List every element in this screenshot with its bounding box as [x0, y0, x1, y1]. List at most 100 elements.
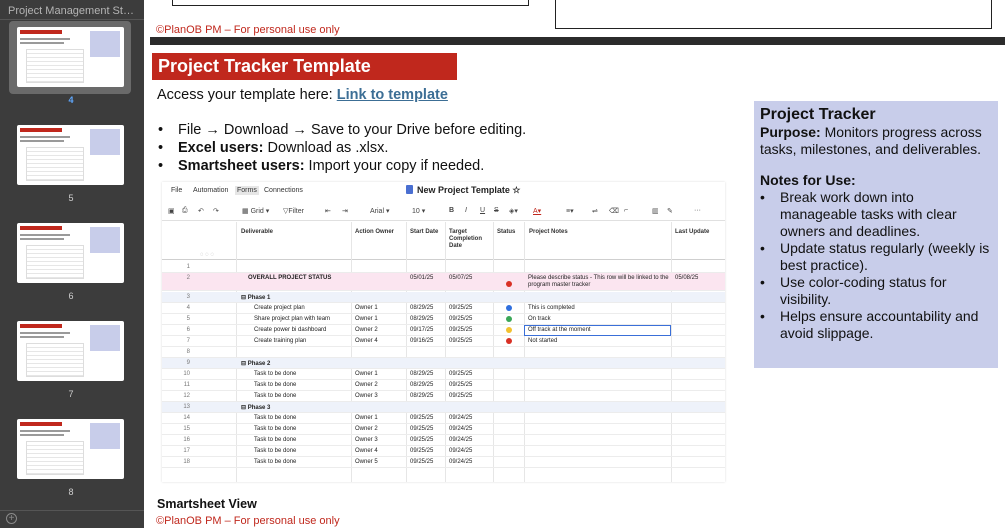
- wrap-icon[interactable]: ⇌: [592, 207, 598, 215]
- highlight-icon[interactable]: ✎: [667, 207, 673, 215]
- thumbnail-text-line: [20, 140, 64, 142]
- add-slide-icon[interactable]: +: [6, 513, 17, 524]
- table-row[interactable]: 4 Create project plan Owner 1 08/29/25 09/25…: [162, 303, 725, 314]
- table-icon[interactable]: ▥: [652, 207, 659, 215]
- cell-start-date: 09/25/25: [410, 448, 434, 454]
- template-link[interactable]: Link to template: [337, 87, 448, 103]
- slide-number: 5: [68, 193, 74, 203]
- thumbnail-text-line: [20, 434, 64, 436]
- thumbnail-title-bar: [20, 30, 62, 34]
- cell-deliverable: Task to be done: [254, 393, 297, 399]
- star-icon[interactable]: ☆: [512, 185, 520, 195]
- print-icon[interactable]: ⎙: [182, 207, 188, 215]
- phase-label: ⊟ Phase 3: [241, 405, 271, 411]
- menu-automation[interactable]: Automation: [193, 187, 228, 194]
- col-action-owner[interactable]: Action Owner: [355, 229, 394, 236]
- table-row[interactable]: 12 Task to be done Owner 3 08/29/25 09/25/25: [162, 391, 725, 402]
- table-row[interactable]: 9 ⊟ Phase 2: [162, 358, 725, 369]
- italic-icon[interactable]: I: [465, 207, 467, 214]
- cell-start-date: 08/29/25: [410, 393, 434, 399]
- row-number: 9: [186, 360, 190, 366]
- row-number: 16: [183, 437, 190, 443]
- indent-icon[interactable]: ⇥: [342, 207, 348, 215]
- outdent-icon[interactable]: ⇤: [325, 207, 331, 215]
- status-blue-dot[interactable]: [506, 305, 512, 311]
- menu-connections[interactable]: Connections: [264, 187, 303, 194]
- row-number: 4: [186, 305, 190, 311]
- strikethrough-icon[interactable]: S: [494, 207, 499, 214]
- col-target-completion-date[interactable]: Target Completion Date: [449, 229, 489, 250]
- cell-deliverable: Create training plan: [254, 338, 307, 344]
- menu-file[interactable]: File: [171, 187, 182, 194]
- row-number: 8: [186, 349, 190, 355]
- slide-thumbnail[interactable]: [17, 125, 124, 185]
- col-project-notes[interactable]: Project Notes: [529, 229, 568, 236]
- bold-icon[interactable]: B: [449, 207, 454, 214]
- previous-slide-box: [555, 0, 992, 29]
- status-yellow-dot[interactable]: [506, 327, 512, 333]
- filter-button[interactable]: ▽Filter: [283, 207, 304, 215]
- slide-thumbnail[interactable]: [17, 419, 124, 479]
- purpose-label: Purpose:: [760, 124, 821, 140]
- sheet-title-text: New Project Template: [417, 185, 510, 195]
- slide-thumbnail[interactable]: [17, 27, 124, 87]
- fill-color-icon[interactable]: ◈▾: [509, 207, 518, 215]
- table-row[interactable]: 11 Task to be done Owner 2 08/29/25 09/25/25: [162, 380, 725, 391]
- col-start-date[interactable]: Start Date: [410, 229, 438, 236]
- table-row[interactable]: 10 Task to be done Owner 1 08/29/25 09/25/25: [162, 369, 725, 380]
- table-row[interactable]: 18 Task to be done Owner 5 09/25/25 09/24/25: [162, 457, 725, 468]
- status-red-dot[interactable]: [506, 281, 512, 287]
- selected-cell-outline: [524, 325, 671, 336]
- cell-start-date: 08/29/25: [410, 382, 434, 388]
- table-row[interactable]: 13 ⊟ Phase 3: [162, 402, 725, 413]
- info-heading: Project Tracker: [760, 106, 876, 123]
- col-last-update[interactable]: Last Update: [675, 229, 709, 236]
- col-deliverable[interactable]: Deliverable: [241, 229, 273, 236]
- cell-start-date: 08/29/25: [410, 371, 434, 377]
- font-select[interactable]: Arial ▾: [370, 207, 389, 215]
- table-row[interactable]: 7 Create training plan Owner 4 09/16/25 09/2…: [162, 336, 725, 347]
- redo-icon[interactable]: ↷: [213, 207, 219, 215]
- table-row[interactable]: 5 Share project plan with team Owner 1 08/2…: [162, 314, 725, 325]
- status-green-dot[interactable]: [506, 316, 512, 322]
- previous-slide-footer: ©PlanOB PM – For personal use only: [156, 24, 340, 36]
- format-painter-icon[interactable]: ⌐: [624, 207, 628, 214]
- thumbnail-info-box: [90, 325, 120, 351]
- row-number: 7: [186, 338, 190, 344]
- cell-start-date: 05/01/25: [410, 275, 434, 281]
- row-number: 1: [186, 264, 190, 270]
- document-title: Project Management Sta...: [8, 5, 136, 17]
- font-size-select[interactable]: 10 ▾: [412, 207, 425, 215]
- menu-forms[interactable]: Forms: [235, 186, 259, 195]
- save-icon[interactable]: ▣: [168, 207, 175, 215]
- row-number: 17: [183, 448, 190, 454]
- status-red-dot[interactable]: [506, 338, 512, 344]
- col-status[interactable]: Status: [497, 229, 515, 236]
- instruction-item: File → Download → Save to your Drive bef…: [157, 121, 526, 139]
- table-row[interactable]: 6 Create power bi dashboard Owner 2 09/17/2…: [162, 325, 725, 336]
- slide-thumbnail[interactable]: [17, 223, 124, 283]
- cell-owner: Owner 3: [355, 437, 378, 443]
- more-icon[interactable]: ···: [694, 207, 701, 214]
- table-row[interactable]: 14 Task to be done Owner 1 09/25/25 09/24/25: [162, 413, 725, 424]
- sheet-caption: Smartsheet View: [157, 497, 257, 511]
- table-row[interactable]: 8: [162, 347, 725, 358]
- table-row[interactable]: 15 Task to be done Owner 2 09/25/25 09/24/25: [162, 424, 725, 435]
- row-number: 13: [183, 404, 190, 410]
- table-row[interactable]: 2 OVERALL PROJECT STATUS 05/01/25 05/07/25 P…: [162, 273, 725, 291]
- thumbnail-title-bar: [20, 324, 62, 328]
- cell-target-date: 09/24/25: [449, 437, 473, 443]
- cell-notes: Not started: [528, 338, 558, 344]
- text-color-icon[interactable]: A▾: [533, 207, 541, 215]
- grid-view-button[interactable]: ▦ Grid ▾: [242, 207, 269, 215]
- cell-owner: Owner 1: [355, 371, 378, 377]
- undo-icon[interactable]: ↶: [198, 207, 204, 215]
- align-icon[interactable]: ≡▾: [566, 207, 574, 215]
- table-row[interactable]: 17 Task to be done Owner 4 09/25/25 09/24/25: [162, 446, 725, 457]
- table-row[interactable]: 1: [162, 262, 725, 273]
- underline-icon[interactable]: U: [480, 207, 485, 214]
- clear-format-icon[interactable]: ⌫: [609, 207, 619, 215]
- table-row[interactable]: 3 ⊟ Phase 1: [162, 292, 725, 303]
- slide-thumbnail[interactable]: [17, 321, 124, 381]
- table-row[interactable]: 16 Task to be done Owner 3 09/25/25 09/24/25: [162, 435, 725, 446]
